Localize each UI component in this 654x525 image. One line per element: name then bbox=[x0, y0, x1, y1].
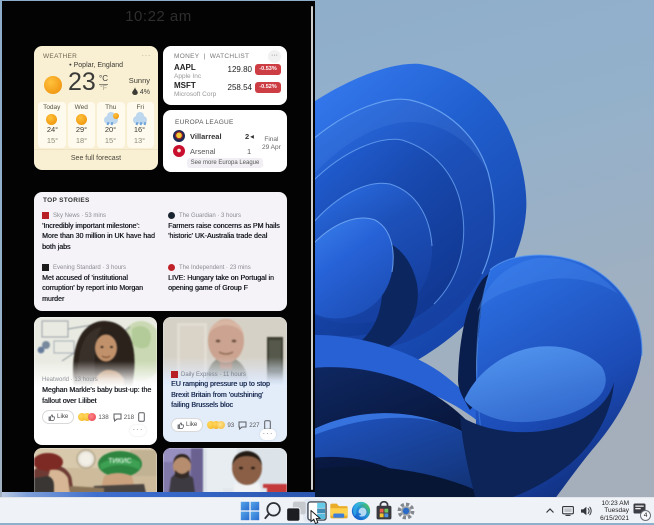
svg-text:ТИКИС: ТИКИС bbox=[108, 458, 131, 465]
